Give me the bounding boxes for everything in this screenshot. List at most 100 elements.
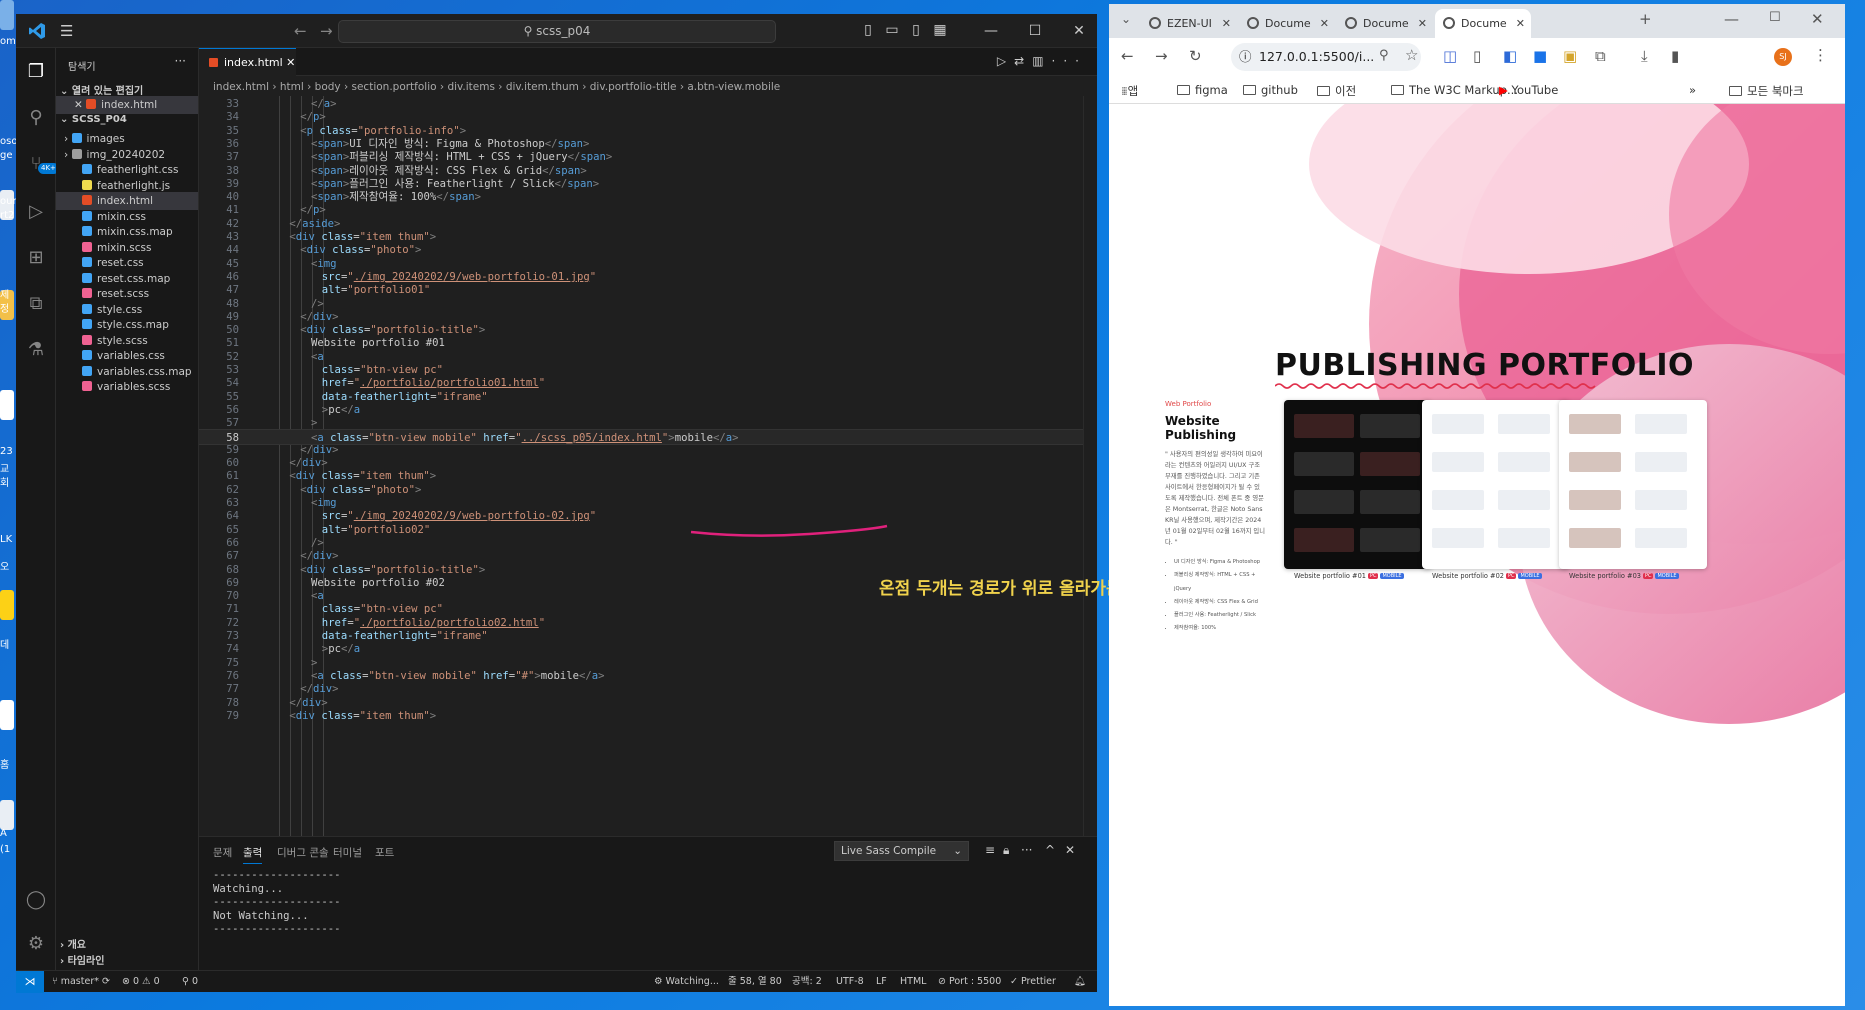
problems-status[interactable]: ⊗ 0 ⚠ 0 (122, 971, 160, 993)
mobile-badge[interactable]: MOBILE (1655, 573, 1679, 579)
menu-kebab-icon[interactable]: ⋮ (1813, 46, 1828, 64)
toggle-sidebar-icon[interactable]: ▯ (860, 22, 876, 38)
browser-tab[interactable]: Docume ✕ (1435, 9, 1531, 38)
close-icon[interactable]: ✕ (1418, 9, 1427, 38)
pc-badge[interactable]: PC (1367, 573, 1379, 579)
desktop-icon[interactable] (0, 800, 14, 830)
close-panel-icon[interactable]: ✕ (1065, 843, 1075, 857)
back-arrow-icon[interactable]: ← (1121, 47, 1134, 65)
bookmark-item[interactable]: 이전 (1317, 83, 1356, 99)
desktop-icon[interactable] (0, 700, 14, 730)
menu-icon[interactable]: ☰ (60, 23, 78, 39)
open-editors-section[interactable]: ⌄ 열려 있는 편집기 (60, 82, 143, 97)
extension-icon[interactable]: ▣ (1563, 47, 1577, 65)
search-icon[interactable]: ⚲ (24, 106, 48, 130)
maximize-panel-icon[interactable]: ^ (1045, 843, 1055, 857)
download-icon[interactable]: ⤓ (1641, 47, 1648, 65)
eol-status[interactable]: LF (876, 971, 887, 993)
cursor-position[interactable]: 줄 58, 열 80 (728, 971, 782, 993)
breadcrumb-item[interactable]: div.item.thum (506, 81, 579, 93)
editor-scrollbar[interactable] (1083, 96, 1097, 836)
panel-tab[interactable]: 포트 (375, 845, 394, 860)
reload-icon[interactable]: ↻ (1189, 47, 1202, 65)
extension-icon[interactable]: ▯ (1473, 47, 1481, 65)
maximize-button[interactable]: ☐ (1769, 10, 1781, 25)
file-tree-item[interactable]: variables.scss (56, 378, 198, 396)
breadcrumb-item[interactable]: section.portfolio (352, 81, 437, 93)
customize-layout-icon[interactable]: ▦ (932, 22, 948, 38)
close-button[interactable]: ✕ (1811, 10, 1824, 28)
ports-status[interactable]: ⚲ 0 (182, 971, 198, 993)
clear-output-icon[interactable]: ≡ (985, 843, 995, 857)
explorer-icon[interactable]: ❐ (24, 60, 48, 84)
toggle-secondary-sidebar-icon[interactable]: ▯ (908, 22, 924, 38)
account-icon[interactable]: ◯ (24, 888, 48, 912)
bookmark-item[interactable]: ▶ YouTube (1499, 83, 1558, 97)
all-bookmarks[interactable]: 모든 북마크 (1729, 83, 1804, 99)
browser-tab[interactable]: Docume ✕ (1337, 9, 1433, 38)
tab-index-html[interactable]: index.html ✕ (199, 48, 296, 76)
bookmarks-overflow-icon[interactable]: » (1689, 83, 1696, 97)
new-tab-icon[interactable]: + (1639, 10, 1652, 28)
toggle-panel-icon[interactable]: ▭ (884, 22, 900, 38)
breadcrumb-item[interactable]: div.items (447, 81, 495, 93)
breadcrumb-item[interactable]: a.btn-view.mobile (687, 81, 780, 93)
live-server-port[interactable]: ⊘ Port : 5500 (938, 971, 1001, 993)
open-editor-item[interactable]: ✕ index.html (56, 96, 198, 114)
close-icon[interactable]: ✕ (1320, 9, 1329, 38)
tab-search-icon[interactable]: ⌄ (1121, 12, 1131, 26)
portfolio-thumbnail[interactable] (1284, 400, 1432, 569)
zoom-icon[interactable]: ⚲ (1379, 48, 1389, 63)
profile-avatar[interactable]: SJ (1774, 48, 1792, 66)
branch-status[interactable]: ⑂ master* ⟳ (52, 971, 110, 993)
more-actions-icon[interactable]: ··· (1052, 54, 1087, 68)
remote-explorer-icon[interactable]: ⧉ (24, 292, 48, 316)
desktop-icon[interactable] (0, 390, 14, 420)
minimize-button[interactable]: — (976, 20, 1006, 42)
panel-tab[interactable]: 문제 (213, 845, 232, 860)
color-picker-extension-icon[interactable]: ■ (1533, 47, 1547, 65)
breadcrumb-item[interactable]: div.portfolio-title (590, 81, 677, 93)
code-line[interactable]: 79 <div class="item thum"> (199, 708, 1097, 724)
notifications-bell-icon[interactable]: 🔔︎ (1074, 971, 1086, 993)
more-actions-icon[interactable]: ··· (1021, 843, 1032, 857)
browser-tab[interactable]: Docume ✕ (1239, 9, 1335, 38)
breadcrumb-item[interactable]: html (280, 81, 304, 93)
run-icon[interactable]: ▷ (997, 54, 1014, 68)
folder-section[interactable]: ⌄ SCSS_P04 (60, 114, 127, 125)
panel-tab[interactable]: 출력 (243, 845, 263, 864)
sass-watching-status[interactable]: ⚙ Watching... (654, 971, 719, 993)
side-panel-icon[interactable]: ▮ (1671, 47, 1679, 65)
desktop-icon[interactable] (0, 0, 14, 30)
pc-badge[interactable]: PC (1642, 573, 1654, 579)
apps-bookmark[interactable]: ⁞⁞⁞ 앱 (1121, 83, 1138, 99)
code-editor[interactable]: 33 </a> 34 </p> 35 <p class="portfolio-info">… (199, 96, 1097, 836)
command-center-search[interactable]: ⚲ scss_p04 (338, 20, 776, 43)
close-button[interactable]: ✕ (1064, 20, 1094, 42)
panel-tab[interactable]: 디버그 콘솔 (277, 845, 329, 860)
encoding-status[interactable]: UTF-8 (836, 971, 864, 993)
remote-indicator-icon[interactable]: ⋊ (16, 971, 44, 993)
outline-section[interactable]: › 개요 (60, 936, 86, 951)
minimize-button[interactable]: — (1724, 10, 1739, 28)
panel-tab[interactable]: 터미널 (333, 845, 362, 860)
split-editor-icon[interactable]: ▥ (1032, 54, 1051, 68)
breadcrumb-item[interactable]: index.html (213, 81, 269, 93)
extensions-puzzle-icon[interactable]: ⧉ (1595, 47, 1606, 65)
breadcrumb-item[interactable]: body (315, 81, 341, 93)
mobile-badge[interactable]: MOBILE (1380, 573, 1404, 579)
portfolio-thumbnail[interactable] (1422, 400, 1570, 569)
pc-badge[interactable]: PC (1505, 573, 1517, 579)
more-actions-icon[interactable]: ··· (175, 54, 186, 68)
compare-icon[interactable]: ⇄ (1014, 54, 1032, 68)
address-bar[interactable]: ⓘ 127.0.0.1:5500/i... (1231, 43, 1421, 71)
testing-icon[interactable]: ⚗ (24, 338, 48, 362)
extensions-icon[interactable]: ⊞ (24, 246, 48, 270)
close-icon[interactable]: ✕ (1516, 9, 1525, 38)
portfolio-thumbnail[interactable] (1559, 400, 1707, 569)
forward-arrow-icon[interactable]: → (1155, 47, 1168, 65)
extension-icon[interactable]: ◧ (1503, 47, 1517, 65)
prettier-status[interactable]: ✓ Prettier (1010, 971, 1056, 993)
site-info-icon[interactable]: ⓘ (1239, 43, 1252, 71)
browser-tab[interactable]: EZEN-UI ✕ (1141, 9, 1237, 38)
